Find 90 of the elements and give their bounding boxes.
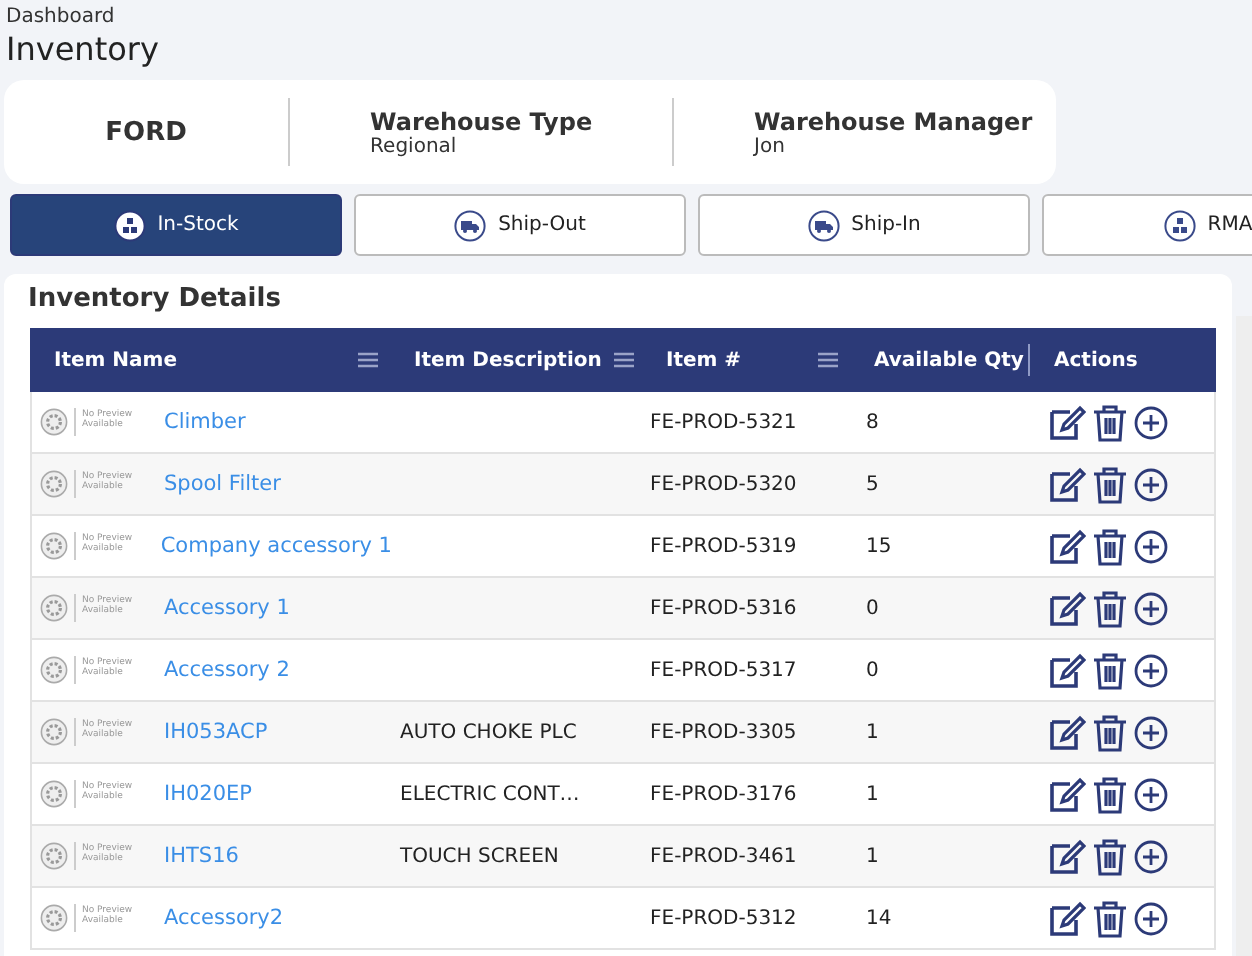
menu-icon[interactable]: [614, 352, 634, 368]
table-cell: FE-PROD-3461: [650, 845, 797, 867]
add-button[interactable]: [1134, 405, 1168, 439]
table-cell: 1: [866, 845, 879, 867]
company-name: FORD: [103, 117, 189, 147]
table-cell: 14: [866, 907, 892, 929]
truck-icon: [807, 209, 840, 241]
truck-icon: [454, 209, 487, 241]
item-link[interactable]: Accessory2: [164, 906, 284, 930]
table-cell: 15: [866, 535, 892, 557]
add-button[interactable]: [1134, 529, 1168, 563]
gear-icon: [40, 594, 68, 622]
delete-button[interactable]: [1092, 589, 1128, 627]
edit-button[interactable]: [1048, 527, 1086, 565]
table-cell: FE-PROD-5316: [650, 597, 797, 619]
edit-button[interactable]: [1048, 589, 1086, 627]
column-header: Available Qty: [874, 349, 1024, 371]
table-cell: FE-PROD-3176: [650, 783, 797, 805]
table-cell: 0: [866, 597, 879, 619]
menu-icon[interactable]: [358, 352, 378, 368]
table-cell: FE-PROD-5319: [650, 535, 797, 557]
add-button[interactable]: [1134, 715, 1168, 749]
add-button[interactable]: [1134, 901, 1168, 935]
table-cell: 8: [866, 411, 879, 433]
panel-title: Inventory Details: [26, 282, 283, 314]
table-cell: FE-PROD-5317: [650, 659, 797, 681]
table-cell: 0: [866, 659, 879, 681]
edit-button[interactable]: [1048, 899, 1086, 937]
table-cell: 1: [866, 783, 879, 805]
add-button[interactable]: [1134, 839, 1168, 873]
edit-button[interactable]: [1048, 403, 1086, 441]
gear-icon: [40, 532, 68, 560]
table-cell: FE-PROD-5321: [650, 411, 797, 433]
tab[interactable]: In-Stock: [10, 194, 342, 256]
delete-button[interactable]: [1092, 775, 1128, 813]
menu-icon[interactable]: [818, 352, 838, 368]
item-link[interactable]: Company accessory 1: [160, 534, 392, 558]
gear-icon: [40, 842, 68, 870]
boxes-icon: [1163, 209, 1196, 241]
edit-button[interactable]: [1048, 465, 1086, 503]
delete-button[interactable]: [1092, 837, 1128, 875]
field-label: Warehouse Type: [370, 107, 595, 135]
column-header: Item #: [666, 349, 742, 371]
add-button[interactable]: [1134, 467, 1168, 501]
item-link[interactable]: IHTS16: [164, 844, 239, 868]
column-header: Item Name: [54, 349, 178, 371]
table-cell: 5: [866, 473, 879, 495]
table-cell: AUTO CHOKE PLC: [400, 721, 577, 743]
gear-icon: [40, 904, 68, 932]
add-button[interactable]: [1134, 653, 1168, 687]
field-value: Jon: [754, 135, 787, 157]
delete-button[interactable]: [1092, 527, 1128, 565]
table-cell: ELECTRIC CONT…: [400, 783, 580, 805]
tab[interactable]: Ship-Out: [354, 194, 686, 256]
item-link[interactable]: Accessory 2: [164, 658, 290, 682]
gear-icon: [40, 408, 68, 436]
delete-button[interactable]: [1092, 713, 1128, 751]
table-cell: FE-PROD-3305: [650, 721, 797, 743]
gear-icon: [40, 656, 68, 684]
delete-button[interactable]: [1092, 465, 1128, 503]
item-link[interactable]: IH053ACP: [164, 720, 268, 744]
gear-icon: [40, 470, 68, 498]
gear-icon: [40, 780, 68, 808]
page-title: Inventory: [4, 28, 161, 68]
add-button[interactable]: [1134, 591, 1168, 625]
item-link[interactable]: IH020EP: [164, 782, 252, 806]
edit-button[interactable]: [1048, 713, 1086, 751]
table-cell: FE-PROD-5320: [650, 473, 797, 495]
field-label: Warehouse Manager: [754, 107, 1035, 135]
delete-button[interactable]: [1092, 651, 1128, 689]
delete-button[interactable]: [1092, 403, 1128, 441]
edit-button[interactable]: [1048, 837, 1086, 875]
column-header: Actions: [1054, 349, 1138, 371]
edit-button[interactable]: [1048, 775, 1086, 813]
edit-button[interactable]: [1048, 651, 1086, 689]
boxes-icon: [113, 209, 146, 241]
tab[interactable]: RMA: [1042, 194, 1252, 256]
add-button[interactable]: [1134, 777, 1168, 811]
item-link[interactable]: Spool Filter: [164, 472, 281, 496]
column-header: Item Description: [414, 349, 602, 371]
table-cell: TOUCH SCREEN: [400, 845, 559, 867]
table-cell: 1: [866, 721, 879, 743]
tab[interactable]: Ship-In: [698, 194, 1030, 256]
breadcrumb[interactable]: Dashboard: [0, 0, 1252, 28]
item-link[interactable]: Accessory 1: [164, 596, 290, 620]
field-value: Regional: [370, 135, 459, 157]
gear-icon: [40, 718, 68, 746]
item-link[interactable]: Climber: [164, 410, 246, 434]
delete-button[interactable]: [1092, 899, 1128, 937]
table-cell: FE-PROD-5312: [650, 907, 797, 929]
